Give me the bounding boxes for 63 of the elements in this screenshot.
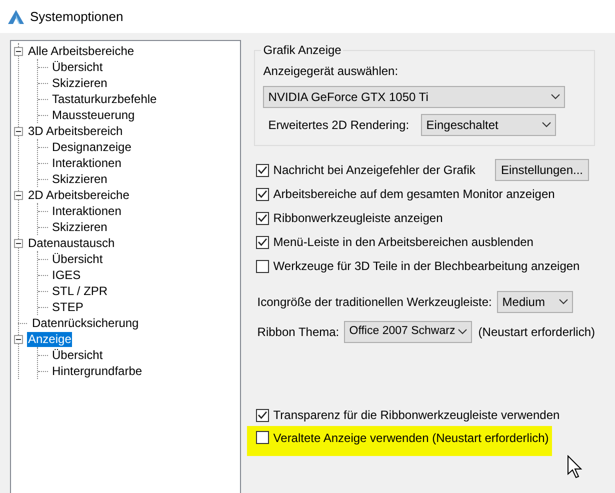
collapse-icon[interactable] (14, 46, 23, 56)
checkbox[interactable] (256, 408, 270, 422)
checkbox-label: Menü-Leiste in den Arbeitsbereichen ausblenden (273, 234, 534, 251)
checkmark-icon (258, 190, 268, 198)
settings-button[interactable]: Einstellungen... (494, 159, 589, 181)
checkbox[interactable] (256, 260, 270, 272)
checkmark-icon (258, 238, 268, 246)
restart-note: (Neustart erforderlich) (478, 324, 595, 341)
tree-item[interactable]: Interaktionen (51, 204, 122, 218)
tree-item[interactable]: Alle Arbeitsbereiche (27, 44, 136, 58)
checkbox-label: Ribbonwerkzeugleiste anzeigen (273, 210, 443, 227)
tree-item[interactable]: Übersicht (51, 348, 104, 362)
tree-item[interactable]: Skizzieren (51, 76, 108, 90)
field-label: Ribbon Thema: (257, 324, 340, 341)
checkbox[interactable] (256, 188, 270, 200)
checkbox-label: Arbeitsbereiche auf dem gesamten Monitor anzeigen (273, 186, 555, 203)
chevron-icon (559, 299, 568, 305)
dropdown[interactable]: Medium (497, 291, 574, 313)
window-title: Systemoptionen (30, 8, 124, 26)
checkmark-icon (258, 166, 268, 174)
mouse-cursor-icon (567, 455, 584, 479)
collapse-icon[interactable] (14, 334, 23, 344)
tree-item[interactable]: STEP (51, 300, 84, 314)
field-label: Anzeigegerät auswählen: (263, 64, 398, 79)
checkbox-label: Nachricht bei Anzeigefehler der Grafik (273, 162, 476, 179)
app-logo-icon (8, 10, 24, 24)
tree-item[interactable]: Maussteuerung (51, 108, 136, 122)
tree-item[interactable]: Anzeige (27, 332, 72, 346)
checkbox[interactable] (256, 164, 270, 176)
checkbox[interactable] (256, 236, 270, 248)
checkbox[interactable] (256, 212, 270, 224)
tree-item[interactable]: Tastaturkurzbefehle (51, 92, 158, 106)
collapse-icon[interactable] (14, 126, 23, 136)
tree-item[interactable]: Hintergrundfarbe (51, 364, 144, 378)
tree-item[interactable]: Skizzieren (51, 172, 108, 186)
checkbox-label: Transparenz für die Ribbonwerkzeugleiste verwenden (273, 407, 560, 424)
collapse-icon[interactable] (14, 238, 23, 248)
dropdown[interactable]: Eingeschaltet (421, 114, 556, 136)
tree-item[interactable]: Interaktionen (51, 156, 122, 170)
tree-item[interactable]: 2D Arbeitsbereiche (27, 188, 130, 202)
field-label: Icongröße der traditionellen Werkzeugleiste: (257, 294, 493, 311)
tree-item[interactable]: IGES (51, 268, 82, 282)
chevron-icon (458, 329, 468, 335)
tree-item[interactable]: Übersicht (51, 252, 104, 266)
checkmark-icon (258, 214, 268, 222)
chevron-icon (551, 94, 560, 100)
collapse-icon[interactable] (14, 190, 23, 200)
chevron-icon (542, 122, 552, 128)
dropdown[interactable]: Office 2007 Schwarz (344, 321, 472, 343)
checkmark-icon (258, 411, 268, 419)
group-title: Grafik Anzeige (261, 43, 344, 57)
checkbox-label: Werkzeuge für 3D Teile in der Blechbearbeitung anzeigen (273, 258, 580, 275)
tree-item[interactable]: 3D Arbeitsbereich (27, 124, 124, 138)
tree-item[interactable]: STL / ZPR (51, 284, 109, 298)
tree-item[interactable]: Datenaustausch (27, 236, 116, 250)
checkbox-label: Veraltete Anzeige verwenden (Neustart erforderlich) (273, 430, 549, 446)
field-label: Erweitertes 2D Rendering: (267, 117, 410, 134)
tree-item[interactable]: Skizzieren (51, 220, 108, 234)
tree-item[interactable]: Designanzeige (51, 140, 132, 154)
dropdown[interactable]: NVIDIA GeForce GTX 1050 Ti (263, 86, 566, 108)
checkbox[interactable] (256, 431, 270, 444)
tree-item[interactable]: Datenrücksicherung (31, 316, 140, 330)
tree-item[interactable]: Übersicht (51, 60, 104, 74)
